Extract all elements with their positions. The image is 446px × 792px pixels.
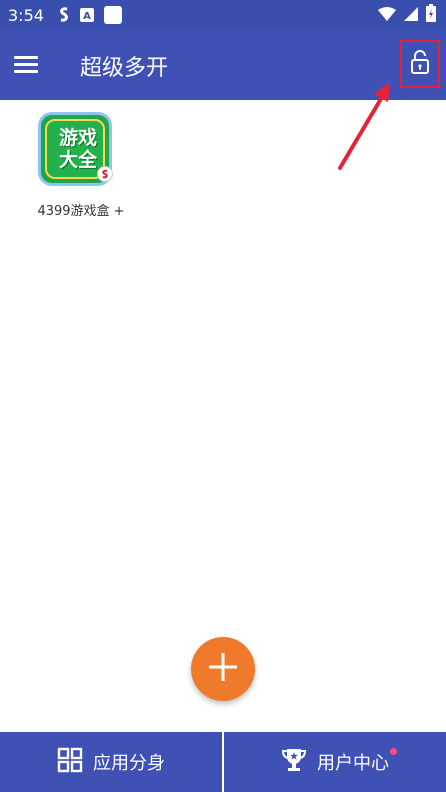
s-app-icon <box>58 7 70 23</box>
app-label: 4399游戏盒 + <box>37 204 125 219</box>
add-app-button[interactable] <box>191 637 255 701</box>
svg-text:A: A <box>83 11 91 22</box>
app-toolbar: 超级多开 <box>0 30 446 100</box>
tab-app-clone[interactable]: 应用分身 <box>0 732 222 792</box>
trophy-icon <box>281 747 307 777</box>
tab-user-center[interactable]: 用户中心 <box>222 732 446 792</box>
status-bar: 3:54 A <box>0 0 446 30</box>
status-time: 3:54 <box>8 5 44 25</box>
lock-icon <box>409 49 431 79</box>
tab-app-clone-label: 应用分身 <box>93 753 165 774</box>
grid-icon <box>57 747 83 777</box>
clone-badge-icon <box>97 166 113 182</box>
a-app-icon: A <box>79 8 94 22</box>
app-icon-text: 游戏大全 <box>58 127 97 171</box>
plus-icon <box>207 651 239 687</box>
wifi-icon <box>378 6 396 25</box>
hamburger-menu-icon[interactable] <box>14 52 44 78</box>
battery-charging-icon <box>426 4 436 26</box>
square-app-icon <box>103 6 122 24</box>
signal-icon <box>404 6 418 25</box>
bottom-nav: 应用分身 用户中心 <box>0 732 446 792</box>
page-title: 超级多开 <box>80 56 169 81</box>
lock-button[interactable] <box>400 40 440 88</box>
tab-user-center-label: 用户中心 <box>317 753 389 774</box>
notification-dot <box>390 748 397 755</box>
